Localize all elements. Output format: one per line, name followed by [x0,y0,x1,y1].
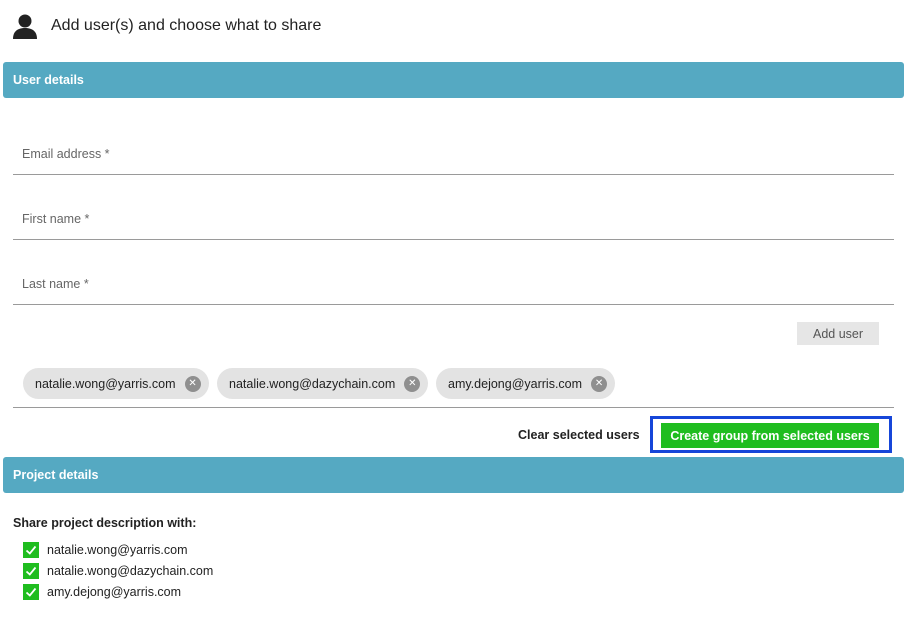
checkbox-checked-icon[interactable] [23,562,39,579]
user-details-section-header: User details [3,62,904,98]
share-with-email: amy.dejong@yarris.com [47,584,182,599]
remove-user-icon[interactable]: ✕ [184,375,201,392]
share-with-item[interactable]: amy.dejong@yarris.com [23,583,181,600]
create-group-button[interactable]: Create group from selected users [661,423,879,448]
share-with-email: natalie.wong@dazychain.com [47,563,214,578]
page-header: Add user(s) and choose what to share [12,12,321,40]
clear-selected-users-button[interactable]: Clear selected users [518,428,640,442]
remove-user-icon[interactable]: ✕ [591,375,608,392]
share-with-email: natalie.wong@yarris.com [47,542,188,557]
first-name-field-label: First name * [22,212,90,226]
add-user-button[interactable]: Add user [797,322,879,345]
selected-user-chip: natalie.wong@yarris.com ✕ [23,368,209,399]
selected-user-chip: amy.dejong@yarris.com ✕ [436,368,616,399]
selected-user-email: amy.dejong@yarris.com [448,376,583,391]
share-description-label: Share project description with: [13,516,197,530]
checkbox-checked-icon[interactable] [23,541,39,558]
selected-user-chip: natalie.wong@dazychain.com ✕ [217,368,429,399]
selected-users-list: natalie.wong@yarris.com ✕ natalie.wong@d… [13,365,894,408]
last-name-field[interactable]: Last name * [13,265,894,305]
checkbox-checked-icon[interactable] [23,583,39,600]
email-field[interactable]: Email address * [13,135,894,175]
last-name-field-label: Last name * [22,277,89,291]
project-details-section-header: Project details [3,457,904,493]
share-with-item[interactable]: natalie.wong@dazychain.com [23,562,213,579]
email-field-label: Email address * [22,147,110,161]
share-with-item[interactable]: natalie.wong@yarris.com [23,541,188,558]
selected-user-email: natalie.wong@yarris.com [35,376,176,391]
page-title: Add user(s) and choose what to share [51,17,322,34]
remove-user-icon[interactable]: ✕ [404,375,421,392]
user-icon [13,14,37,39]
selected-user-email: natalie.wong@dazychain.com [229,376,396,391]
first-name-field[interactable]: First name * [13,200,894,240]
